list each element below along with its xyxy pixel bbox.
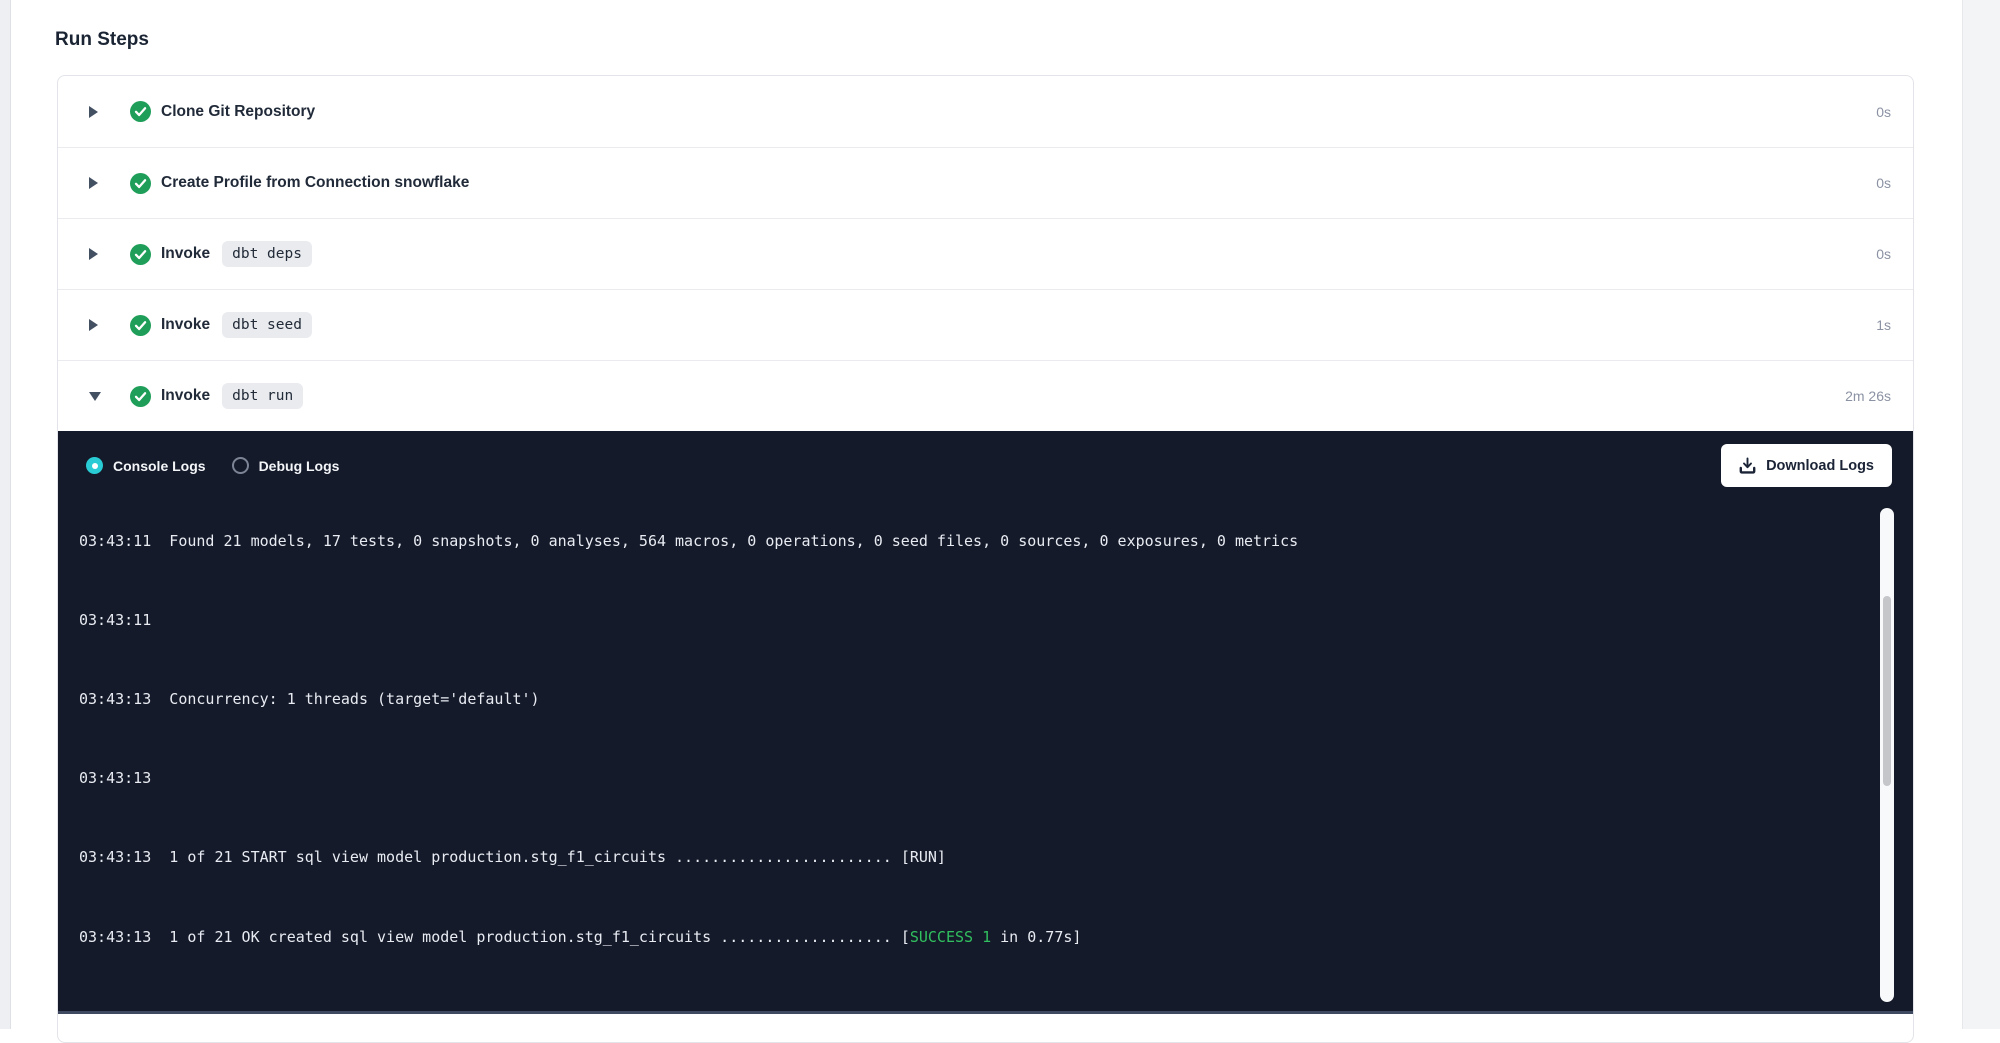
step-title: Invoke <box>161 316 210 334</box>
download-logs-label: Download Logs <box>1766 458 1874 474</box>
success-check-icon <box>130 101 151 122</box>
run-step-row[interactable]: Create Profile from Connection snowflake… <box>58 147 1913 218</box>
success-check-icon <box>130 173 151 194</box>
radio-selected-icon[interactable] <box>86 457 103 474</box>
step-duration: 0s <box>1876 246 1891 262</box>
debug-logs-radio[interactable]: Debug Logs <box>232 457 340 474</box>
log-line: 03:43:13 2 of 21 START sql view model pr… <box>79 1007 1913 1008</box>
page-title: Run Steps <box>55 27 149 53</box>
expand-caret-icon[interactable] <box>89 319 101 331</box>
run-steps-card: Clone Git Repository 0s Create Profile f… <box>57 75 1914 1043</box>
log-line: 03:43:11 Found 21 models, 17 tests, 0 sn… <box>79 532 1913 552</box>
expand-caret-icon[interactable] <box>89 248 101 260</box>
step-duration: 1s <box>1876 317 1891 333</box>
expand-caret-icon[interactable] <box>89 392 101 401</box>
log-content: 03:43:11 Found 21 models, 17 tests, 0 sn… <box>58 500 1913 1008</box>
success-check-icon <box>130 315 151 336</box>
step-duration: 0s <box>1876 104 1891 120</box>
step-title: Clone Git Repository <box>161 103 315 121</box>
log-scrollbar-thumb[interactable] <box>1883 596 1891 786</box>
download-icon <box>1739 457 1756 474</box>
step-duration: 0s <box>1876 175 1891 191</box>
step-title: Invoke <box>161 245 210 263</box>
step-title: Create Profile from Connection snowflake <box>161 174 469 192</box>
log-success-text: SUCCESS 1 <box>910 928 991 946</box>
log-line-text: 03:43:13 Concurrency: 1 threads (target=… <box>79 690 540 708</box>
log-line-text: 03:43:13 1 of 21 START sql view model pr… <box>79 848 901 866</box>
download-logs-button[interactable]: Download Logs <box>1721 444 1892 487</box>
step-duration: 2m 26s <box>1845 388 1891 404</box>
step-title: Invoke <box>161 387 210 405</box>
console-header: Console Logs Debug Logs Download Logs <box>58 431 1913 500</box>
log-line-text: 03:43:11 <box>79 611 169 629</box>
step-command-badge: dbt run <box>222 383 303 409</box>
page-left-gutter <box>0 0 11 1029</box>
log-line: 03:43:13 1 of 21 START sql view model pr… <box>79 848 1913 868</box>
log-line: 03:43:13 <box>79 769 1913 789</box>
console-logs-label: Console Logs <box>113 458 206 474</box>
log-line: 03:43:11 <box>79 611 1913 631</box>
debug-logs-label: Debug Logs <box>259 458 340 474</box>
log-line-text: 03:43:11 Found 21 models, 17 tests, 0 sn… <box>79 532 1298 550</box>
console-panel: Console Logs Debug Logs Download Logs 03… <box>58 431 1913 1014</box>
log-line-text: 03:43:13 1 of 21 OK created sql view mod… <box>79 928 901 946</box>
radio-unselected-icon[interactable] <box>232 457 249 474</box>
run-step-row[interactable]: Invoke dbt deps 0s <box>58 218 1913 289</box>
log-line: 03:43:13 Concurrency: 1 threads (target=… <box>79 690 1913 710</box>
run-step-row[interactable]: Invoke dbt seed 1s <box>58 289 1913 360</box>
run-step-row[interactable]: Clone Git Repository 0s <box>58 76 1913 147</box>
expand-caret-icon[interactable] <box>89 106 101 118</box>
step-command-badge: dbt deps <box>222 241 312 267</box>
log-line-text: 03:43:13 <box>79 769 169 787</box>
log-line-text: 03:43:13 2 of 21 START sql view model pr… <box>79 1007 901 1008</box>
expand-caret-icon[interactable] <box>89 177 101 189</box>
log-scrollbar[interactable] <box>1880 508 1894 1002</box>
log-line: 03:43:13 1 of 21 OK created sql view mod… <box>79 928 1913 948</box>
console-log-output[interactable]: 03:43:11 Found 21 models, 17 tests, 0 sn… <box>58 500 1913 1008</box>
success-check-icon <box>130 244 151 265</box>
console-logs-radio[interactable]: Console Logs <box>86 457 206 474</box>
step-command-badge: dbt seed <box>222 312 312 338</box>
run-step-row[interactable]: Invoke dbt run 2m 26s <box>58 360 1913 431</box>
success-check-icon <box>130 386 151 407</box>
page-right-gutter <box>1962 0 2000 1029</box>
run-steps-list: Clone Git Repository 0s Create Profile f… <box>58 76 1913 431</box>
